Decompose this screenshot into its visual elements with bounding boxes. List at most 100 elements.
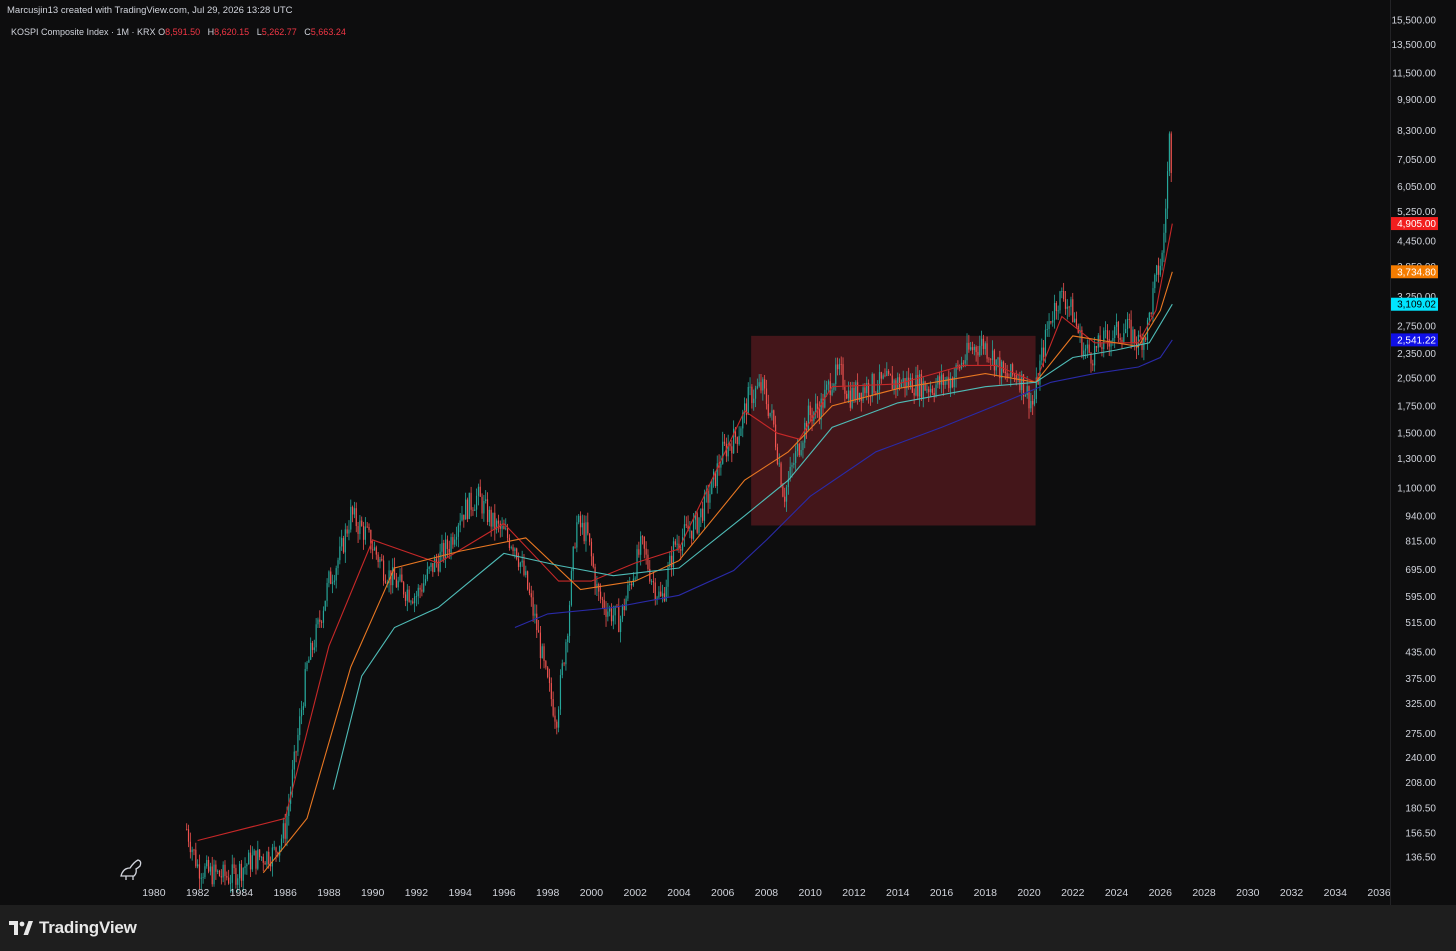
candle bbox=[749, 377, 751, 396]
candle bbox=[572, 545, 574, 580]
tradingview-logo[interactable]: TradingView bbox=[9, 918, 137, 938]
candle bbox=[536, 604, 538, 638]
x-tick-label: 2008 bbox=[755, 887, 779, 899]
candle bbox=[444, 532, 447, 569]
candle bbox=[399, 568, 401, 583]
candle bbox=[317, 617, 319, 628]
candle bbox=[1052, 311, 1054, 327]
y-tick-label: 2,350.00 bbox=[1397, 349, 1436, 360]
candle bbox=[485, 490, 487, 504]
candle bbox=[306, 660, 308, 672]
candle bbox=[357, 521, 359, 543]
candle bbox=[1090, 351, 1092, 373]
candle bbox=[275, 846, 277, 862]
x-tick-label: 2000 bbox=[580, 887, 604, 899]
candle bbox=[348, 520, 350, 541]
candle bbox=[563, 662, 565, 667]
candle bbox=[578, 513, 580, 525]
candle bbox=[483, 494, 485, 522]
candle bbox=[702, 501, 704, 523]
price-chart[interactable]: 136.50 156.50 180.50 208.00 240.00 275.00 325.… bbox=[0, 0, 1456, 905]
candle bbox=[1068, 305, 1070, 317]
candle bbox=[344, 523, 346, 563]
candle bbox=[612, 605, 614, 630]
candle bbox=[733, 420, 735, 454]
candle bbox=[253, 848, 255, 856]
y-tick-label: 595.00 bbox=[1405, 592, 1436, 603]
candle bbox=[202, 872, 204, 884]
y-tick-label: 8,300.00 bbox=[1397, 126, 1436, 137]
candle bbox=[731, 440, 733, 463]
svg-text:4,905.00: 4,905.00 bbox=[1397, 219, 1436, 230]
candle bbox=[413, 593, 416, 613]
candle bbox=[720, 455, 722, 476]
candle bbox=[383, 555, 385, 586]
candle bbox=[477, 483, 480, 506]
x-tick-label: 2016 bbox=[930, 887, 954, 899]
candle bbox=[1070, 296, 1072, 316]
candle bbox=[359, 515, 361, 540]
candle bbox=[397, 576, 399, 591]
candle bbox=[660, 581, 662, 598]
candle bbox=[537, 620, 540, 633]
candle bbox=[494, 504, 496, 541]
candle bbox=[488, 506, 490, 527]
candle bbox=[308, 656, 310, 663]
y-tick-label: 275.00 bbox=[1405, 729, 1436, 740]
candle bbox=[1099, 326, 1101, 348]
y-tick-label: 375.00 bbox=[1405, 674, 1436, 685]
x-tick-label: 2014 bbox=[886, 887, 910, 899]
candle bbox=[647, 549, 649, 572]
candle bbox=[1135, 336, 1138, 360]
candle bbox=[652, 571, 655, 594]
candle bbox=[300, 700, 303, 725]
candle bbox=[1063, 282, 1065, 302]
candle bbox=[463, 514, 465, 528]
y-tick-label: 5,250.00 bbox=[1397, 207, 1436, 218]
candle bbox=[1035, 367, 1037, 404]
candle bbox=[550, 677, 552, 707]
svg-text:3,109.02: 3,109.02 bbox=[1397, 300, 1436, 311]
candle bbox=[729, 443, 731, 451]
candle bbox=[676, 534, 678, 552]
candle bbox=[603, 592, 605, 615]
candle bbox=[461, 506, 463, 522]
candle bbox=[499, 520, 501, 538]
candle bbox=[206, 855, 208, 869]
candle bbox=[492, 512, 494, 530]
candle bbox=[1134, 328, 1136, 351]
candle bbox=[1128, 313, 1130, 329]
candle bbox=[410, 599, 412, 606]
candle bbox=[747, 382, 749, 415]
candle bbox=[689, 521, 691, 539]
y-tick-label: 180.50 bbox=[1405, 803, 1436, 814]
y-tick-label: 6,050.00 bbox=[1397, 182, 1436, 193]
candle bbox=[213, 859, 215, 887]
candle bbox=[508, 534, 510, 551]
chart-area[interactable]: Marcusjin13 created with TradingView.com… bbox=[0, 0, 1456, 905]
candle bbox=[645, 541, 647, 565]
candle bbox=[266, 850, 268, 869]
y-tick-label: 815.00 bbox=[1405, 537, 1436, 548]
candle bbox=[246, 863, 248, 875]
candle bbox=[384, 574, 387, 584]
candle bbox=[547, 665, 549, 679]
candle bbox=[435, 553, 438, 568]
candle bbox=[1066, 299, 1068, 320]
candle bbox=[1084, 344, 1087, 359]
candle bbox=[209, 862, 211, 876]
candle bbox=[1165, 198, 1167, 243]
candle bbox=[678, 535, 680, 553]
candle bbox=[1126, 312, 1129, 338]
candle bbox=[640, 531, 642, 566]
candle bbox=[311, 640, 314, 658]
candle bbox=[322, 606, 325, 629]
candle bbox=[722, 431, 724, 465]
x-tick-label: 2010 bbox=[799, 887, 823, 899]
x-tick-label: 2032 bbox=[1280, 887, 1304, 899]
candle bbox=[187, 824, 190, 848]
candle bbox=[293, 744, 295, 779]
candle bbox=[1073, 312, 1076, 323]
candle bbox=[1041, 338, 1043, 365]
candle bbox=[191, 846, 193, 861]
